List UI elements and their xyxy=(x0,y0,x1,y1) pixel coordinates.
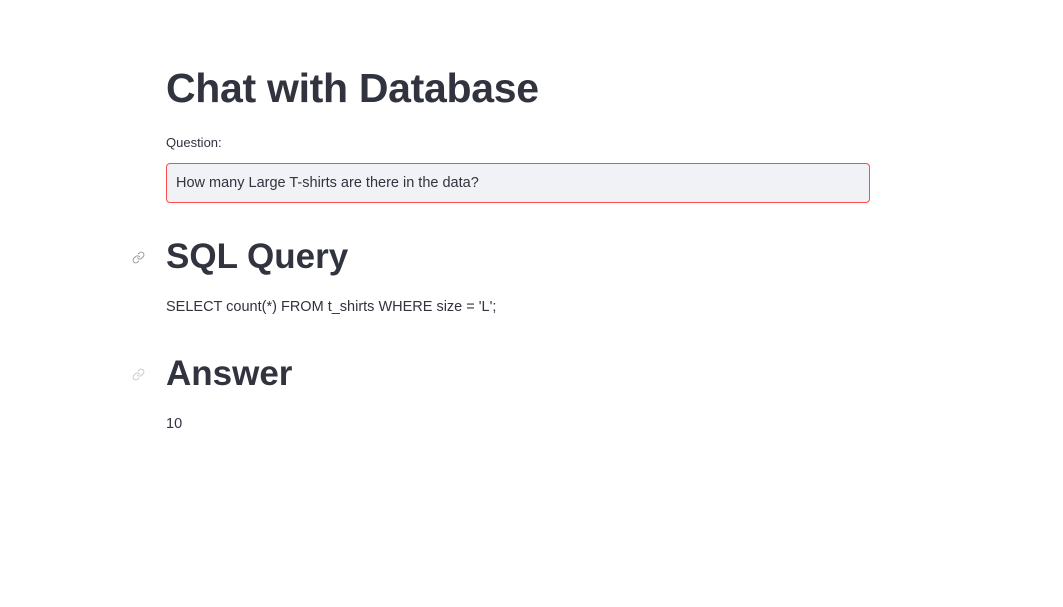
page-title: Chat with Database xyxy=(166,65,539,111)
question-input[interactable] xyxy=(166,163,870,203)
sql-query-anchor-link-icon[interactable] xyxy=(132,251,145,264)
answer-heading: Answer xyxy=(166,354,293,393)
answer-value: 10 xyxy=(166,416,183,432)
question-label: Question: xyxy=(166,135,222,150)
sql-query-text: SELECT count(*) FROM t_shirts WHERE size… xyxy=(166,299,497,315)
app-root: Chat with Database Question: SQL Query S… xyxy=(0,0,1063,607)
answer-anchor-link-icon[interactable] xyxy=(132,368,145,381)
sql-query-heading: SQL Query xyxy=(166,237,349,276)
